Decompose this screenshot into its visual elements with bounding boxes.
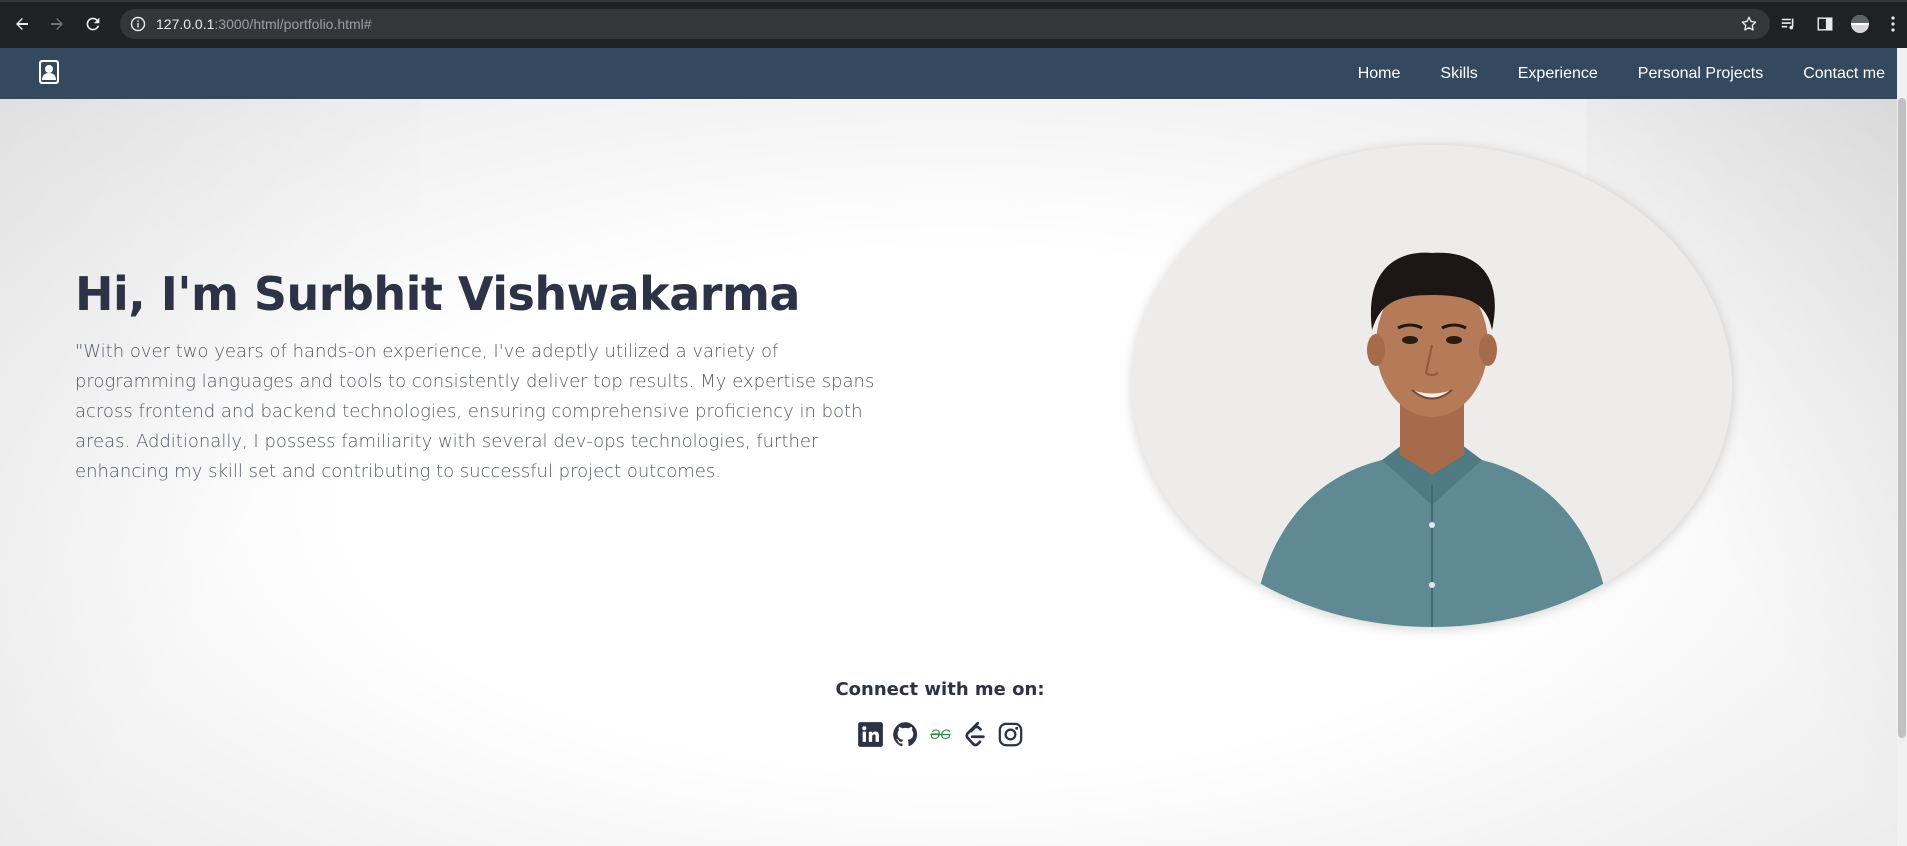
nav-links: Home Skills Experience Personal Projects… [1318, 48, 1885, 99]
arrow-left-icon[interactable] [11, 13, 33, 35]
browser-toolbar: 127.0.0.1:3000/html/portfolio.html# [0, 0, 1907, 48]
nav-link-contact[interactable]: Contact me [1803, 65, 1885, 83]
side-panel-icon[interactable] [1815, 14, 1835, 34]
nav-link-skills[interactable]: Skills [1440, 65, 1477, 83]
address-bar[interactable]: 127.0.0.1:3000/html/portfolio.html# [120, 9, 1770, 39]
social-links: ƏG [857, 719, 1024, 749]
hero-headline: Hi, I'm Surbhit Vishwakarma [75, 267, 800, 321]
arrow-right-icon[interactable] [46, 13, 68, 35]
profile-avatar-icon[interactable] [1850, 14, 1870, 34]
tab-strip-edge [0, 0, 1907, 2]
instagram-icon[interactable] [997, 721, 1024, 748]
nav-link-personal-projects[interactable]: Personal Projects [1638, 65, 1763, 83]
nav-link-experience[interactable]: Experience [1518, 65, 1598, 83]
leetcode-icon[interactable] [962, 721, 989, 748]
hero-bio: "With over two years of hands-on experie… [75, 341, 875, 482]
scrollbar-thumb[interactable] [1898, 98, 1906, 738]
linkedin-icon[interactable] [857, 721, 884, 748]
site-navbar: Home Skills Experience Personal Projects… [0, 48, 1907, 99]
github-icon[interactable] [892, 721, 919, 748]
portrait-icon[interactable] [38, 59, 60, 85]
profile-photo [1132, 145, 1732, 627]
kebab-menu-icon[interactable] [1887, 14, 1899, 34]
reload-icon[interactable] [82, 13, 104, 35]
geeksforgeeks-icon[interactable]: ƏG [927, 721, 954, 748]
page-scrollbar[interactable] [1897, 48, 1907, 846]
nav-link-home[interactable]: Home [1358, 65, 1401, 83]
connect-title: Connect with me on: [835, 679, 1045, 700]
hero-section: Hi, I'm Surbhit Vishwakarma "With over t… [0, 99, 1907, 846]
profile-photo-illustration [1132, 145, 1732, 627]
url-text: 127.0.0.1:3000/html/portfolio.html# [156, 16, 372, 32]
media-controls-icon[interactable] [1779, 14, 1799, 34]
bookmark-star-icon[interactable] [1740, 15, 1758, 33]
site-info-icon[interactable] [130, 16, 146, 32]
